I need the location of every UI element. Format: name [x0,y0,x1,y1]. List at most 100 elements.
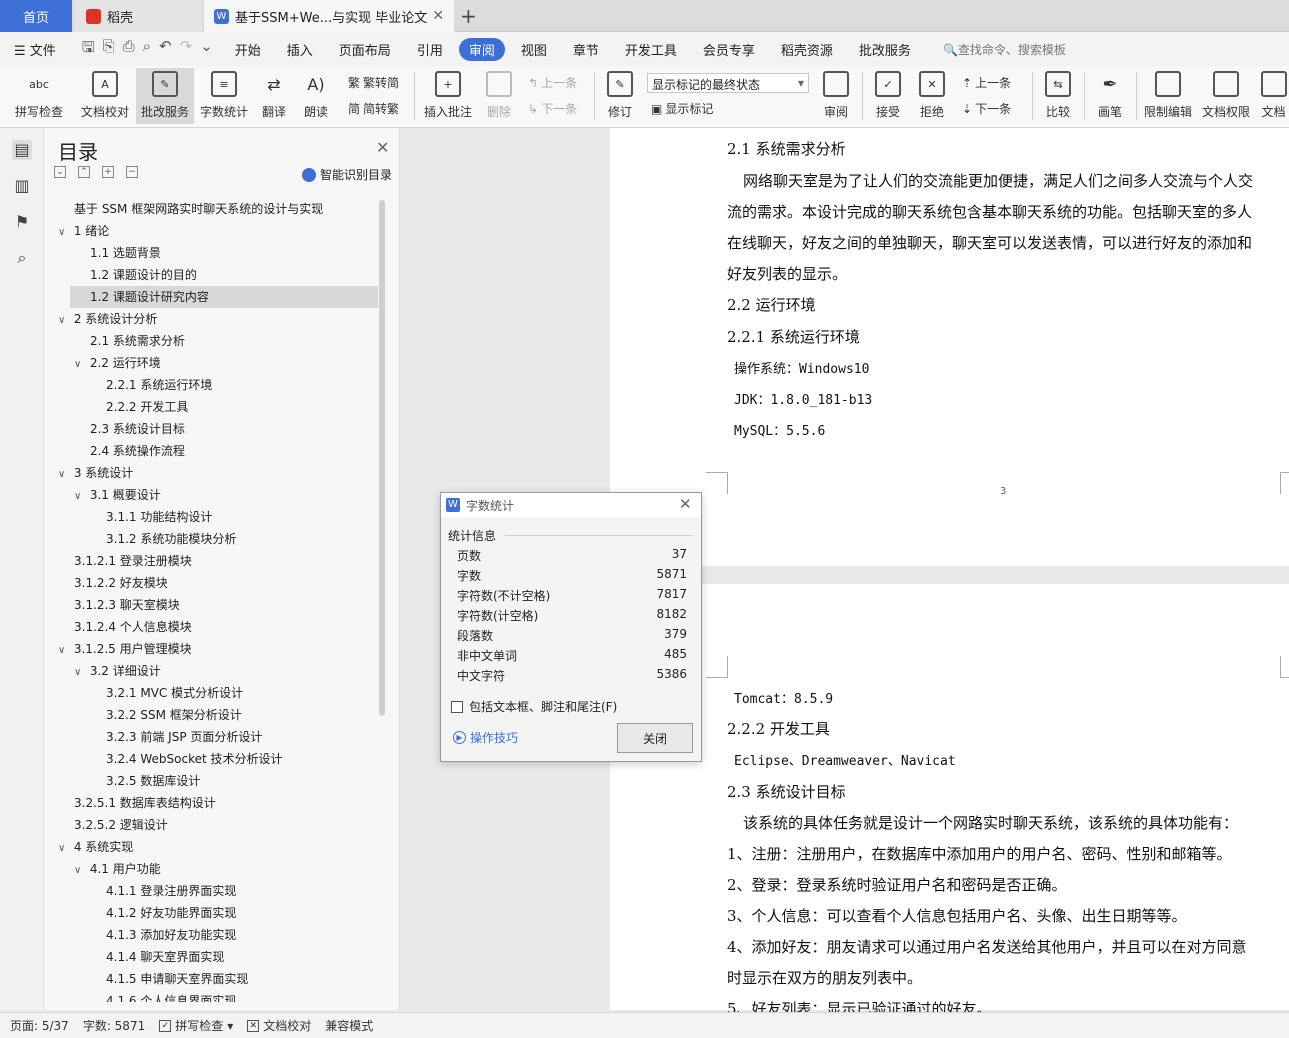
page-indicator[interactable]: 页面: 5/37 [10,1017,69,1034]
include-textbox-checkbox[interactable]: 包括文本框、脚注和尾注(F) [451,698,617,715]
trad-to-simp-button[interactable]: 繁繁转简 [348,74,399,91]
read-aloud-button[interactable]: A) 朗读 [298,68,334,124]
chevron-down-icon[interactable]: ∨ [74,354,86,376]
tab-home[interactable]: 首页 [0,0,72,32]
toc-item[interactable]: ∨ 2 系统设计分析 [58,308,157,330]
document-page[interactable]: 2.1 系统需求分析 网络聊天室是为了让人们的交流能更加便捷，满足人们之间多人交… [610,128,1289,566]
chevron-down-icon[interactable]: ∨ [58,222,70,244]
close-tab-icon[interactable]: ✕ [432,8,444,24]
word-count-button[interactable]: ≡ 字数统计 [196,68,252,124]
toc-item[interactable]: 4.1.6 个人信息界面实现 [106,990,236,1002]
chevron-down-icon[interactable]: ∨ [74,662,86,684]
smart-toc-button[interactable]: 智能识别目录 [302,166,392,183]
proofread-button[interactable]: A 文档校对 [76,68,134,124]
show-marks-button[interactable]: ▣ 显示标记 [651,100,713,117]
chevron-down-icon[interactable]: ∨ [58,838,70,860]
toc-item[interactable]: 1.2 课题设计的目的 [90,264,197,286]
toc-item[interactable]: 3.2.1 MVC 模式分析设计 [106,682,243,704]
chevron-down-icon[interactable]: ∨ [58,310,70,332]
export-icon[interactable]: ⎘ [103,37,115,62]
remove-heading-icon[interactable]: − [126,166,138,178]
undo-icon[interactable]: ↶ [159,37,172,62]
prev-comment-button[interactable]: ↰ 上一条 [528,74,577,91]
toc-item[interactable]: 4.1.2 好友功能界面实现 [106,902,236,924]
simp-to-trad-button[interactable]: 简简转繁 [348,100,399,117]
close-icon[interactable]: ✕ [376,138,389,157]
spell-check-toggle[interactable]: ✓ 拼写检查 ▾ [159,1017,233,1034]
menu-review[interactable]: 审阅 [458,37,505,61]
insert-comment-button[interactable]: + 插入批注 [420,68,476,124]
toc-item[interactable]: ∨ 4 系统实现 [58,836,133,858]
toc-item[interactable]: 3.1.2.2 好友模块 [74,572,168,594]
chevron-down-icon[interactable]: ∨ [58,464,70,486]
toc-item[interactable]: 4.1.1 登录注册界面实现 [106,880,236,902]
toc-item[interactable]: 1.1 选题背景 [90,242,161,264]
translate-button[interactable]: ⇄ 翻译 [254,68,294,124]
tab-daoke[interactable]: 稻壳 [74,0,202,32]
menu-devtools[interactable]: 开发工具 [625,40,677,59]
toc-item[interactable]: ∨ 3 系统设计 [58,462,133,484]
menu-file[interactable]: ☰ 文件 [14,40,56,59]
command-search[interactable]: 🔍查找命令、搜索模板 [943,41,1066,58]
chevron-down-icon[interactable]: ∨ [74,860,86,882]
toc-item[interactable]: 4.1.5 申请聊天室界面实现 [106,968,248,990]
toc-item[interactable]: ∨ 2.2 运行环境 [74,352,161,374]
menu-layout[interactable]: 页面布局 [339,40,391,59]
chevron-down-icon[interactable]: ∨ [74,486,86,508]
menu-insert[interactable]: 插入 [287,40,313,59]
tab-document[interactable]: W 基于SSM+We...与实现 毕业论文 ✕ [204,0,454,32]
dialog-titlebar[interactable]: W 字数统计 [441,493,701,517]
compare-button[interactable]: ⇆ 比较 [1038,68,1078,124]
toc-item[interactable]: 4.1.3 添加好友功能实现 [106,924,236,946]
next-change-button[interactable]: ⇣ 下一条 [962,100,1011,117]
tips-link[interactable]: ▶ 操作技巧 [453,729,518,746]
add-heading-icon[interactable]: + [102,166,114,178]
toc-item[interactable]: 2.4 系统操作流程 [90,440,185,462]
redo-icon[interactable]: ↷ [180,37,193,62]
next-comment-button[interactable]: ↳ 下一条 [528,100,577,117]
proofread-toggle[interactable]: ✕ 文档校对 [247,1017,311,1034]
toc-item[interactable]: 3.2.4 WebSocket 技术分析设计 [106,748,283,770]
toc-item[interactable]: 3.1.1 功能结构设计 [106,506,212,528]
toc-item[interactable]: 2.2.2 开发工具 [106,396,188,418]
track-changes-button[interactable]: ✎ 修订 [600,68,640,124]
close-button[interactable]: 关闭 [617,723,693,753]
toc-item[interactable]: 3.2.3 前端 JSP 页面分析设计 [106,726,262,748]
toc-item[interactable]: 3.2.5 数据库设计 [106,770,200,792]
menu-daoke-resources[interactable]: 稻壳资源 [781,40,833,59]
reject-button[interactable]: ✕ 拒绝 [912,68,952,124]
toc-item[interactable]: 3.1.2.1 登录注册模块 [74,550,192,572]
toc-scrollbar[interactable] [379,200,385,716]
doc-permission-button[interactable]: 文档权限 [1200,68,1252,124]
toc-item[interactable]: 3.1.2.4 个人信息模块 [74,616,192,638]
toc-item[interactable]: 基于 SSM 框架网路实时聊天系统的设计与实现 [74,198,323,220]
menu-chapter[interactable]: 章节 [573,40,599,59]
toc-item[interactable]: ∨ 3.2 详细设计 [74,660,161,682]
bookmark-icon[interactable]: ⚑ [12,212,32,232]
print-icon[interactable]: ⎙ [123,37,135,62]
toc-item[interactable]: ∨ 1 绪论 [58,220,109,242]
word-count-indicator[interactable]: 字数: 5871 [83,1017,145,1034]
toc-item[interactable]: ∨ 3.1 概要设计 [74,484,161,506]
preview-icon[interactable]: ⌕ [143,37,151,62]
menu-review-service[interactable]: 批改服务 [859,40,911,59]
doc-more-button[interactable]: 文档 [1258,68,1289,124]
checkbox-box[interactable] [451,700,463,713]
review-pane-button[interactable]: 审阅 [816,68,856,124]
toc-item[interactable]: ∨ 3.1.2.5 用户管理模块 [58,638,192,660]
close-icon[interactable]: ✕ [679,495,692,513]
more-icon[interactable]: ⌄ [200,37,213,62]
toc-item[interactable]: 2.3 系统设计目标 [90,418,185,440]
menu-view[interactable]: 视图 [521,40,547,59]
toc-item[interactable]: 3.1.2 系统功能模块分析 [106,528,236,550]
display-state-select[interactable]: 显示标记的最终状态 ▾ [647,73,809,93]
toc-item[interactable]: 4.1.4 聊天室界面实现 [106,946,224,968]
new-tab-icon[interactable]: + [460,4,477,28]
expand-icon[interactable]: ⌃ [78,166,90,178]
menu-reference[interactable]: 引用 [417,40,443,59]
collapse-all-icon[interactable]: ⌄ [54,166,66,178]
toc-item[interactable]: 2.2.1 系统运行环境 [106,374,212,396]
spell-check-button[interactable]: abc 拼写检查 [8,68,70,124]
toc-item[interactable]: 1.2 课题设计研究内容 [70,286,378,308]
restrict-edit-button[interactable]: 限制编辑 [1140,68,1196,124]
